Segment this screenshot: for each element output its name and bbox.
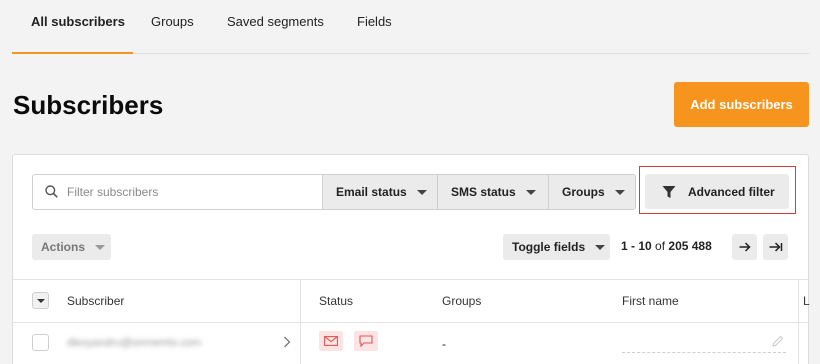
- search-icon: [45, 185, 58, 198]
- column-divider: [300, 279, 301, 364]
- search-input[interactable]: [67, 183, 307, 201]
- toggle-fields-dropdown[interactable]: Toggle fields: [503, 234, 610, 260]
- email-status-icon: [319, 331, 343, 351]
- advanced-filter-label: Advanced filter: [688, 184, 775, 199]
- caret-down-icon: [525, 189, 536, 195]
- column-header-last-name-cut[interactable]: L: [803, 294, 810, 308]
- last-page-button[interactable]: [763, 234, 788, 260]
- pagination-range: 1 - 10: [621, 239, 652, 253]
- arrow-right-icon: [739, 242, 751, 252]
- email-status-label: Email status: [336, 185, 407, 199]
- caret-down-icon: [416, 189, 427, 195]
- table-header: Subscriber Status Groups First name L: [13, 279, 810, 323]
- caret-down-icon: [614, 189, 625, 195]
- tab-bar: All subscribers Groups Saved segments Fi…: [12, 0, 809, 54]
- tab-groups[interactable]: Groups: [151, 14, 194, 54]
- column-header-groups[interactable]: Groups: [442, 294, 481, 308]
- column-header-status[interactable]: Status: [319, 294, 353, 308]
- subscriber-email[interactable]: dlexyandru@onmemts.com: [67, 337, 201, 349]
- groups-dropdown[interactable]: Groups: [549, 174, 636, 210]
- filter-icon: [662, 185, 676, 198]
- column-divider: [798, 279, 799, 364]
- caret-down-icon: [36, 298, 45, 303]
- actions-label: Actions: [41, 240, 86, 254]
- search-box[interactable]: [32, 174, 322, 210]
- page-title: Subscribers: [13, 90, 164, 120]
- email-status-dropdown[interactable]: Email status: [322, 174, 438, 210]
- pagination-of: of: [655, 239, 666, 253]
- column-header-subscriber[interactable]: Subscriber: [67, 294, 124, 308]
- pagination-total: 205 488: [668, 239, 712, 253]
- actions-dropdown[interactable]: Actions: [32, 234, 111, 260]
- tab-fields[interactable]: Fields: [357, 14, 392, 54]
- next-page-button[interactable]: [732, 234, 757, 260]
- add-subscribers-button[interactable]: Add subscribers: [674, 82, 809, 127]
- sms-status-icon: [354, 331, 378, 351]
- groups-label: Groups: [562, 185, 605, 199]
- arrow-last-icon: [769, 242, 782, 252]
- advanced-filter-button[interactable]: Advanced filter: [645, 174, 789, 209]
- sms-status-label: SMS status: [451, 185, 516, 199]
- active-tab-indicator: [12, 52, 133, 54]
- subscribers-panel: Email status SMS status Groups Advanced …: [12, 154, 810, 364]
- tab-saved-segments[interactable]: Saved segments: [227, 14, 324, 54]
- tab-all-subscribers[interactable]: All subscribers: [31, 14, 125, 54]
- caret-down-icon: [95, 244, 106, 250]
- column-header-first-name[interactable]: First name: [622, 294, 679, 308]
- first-name-editable-field[interactable]: [622, 331, 786, 353]
- pagination-info: 1 - 10 of 205 488: [621, 239, 712, 253]
- row-groups-value: -: [442, 337, 446, 351]
- toggle-fields-label: Toggle fields: [512, 240, 586, 254]
- pencil-icon[interactable]: [772, 335, 784, 347]
- row-checkbox[interactable]: [32, 334, 49, 351]
- select-all-checkbox[interactable]: [32, 292, 49, 309]
- sms-status-dropdown[interactable]: SMS status: [438, 174, 549, 210]
- caret-down-icon: [595, 244, 606, 250]
- chevron-right-icon[interactable]: [283, 336, 291, 348]
